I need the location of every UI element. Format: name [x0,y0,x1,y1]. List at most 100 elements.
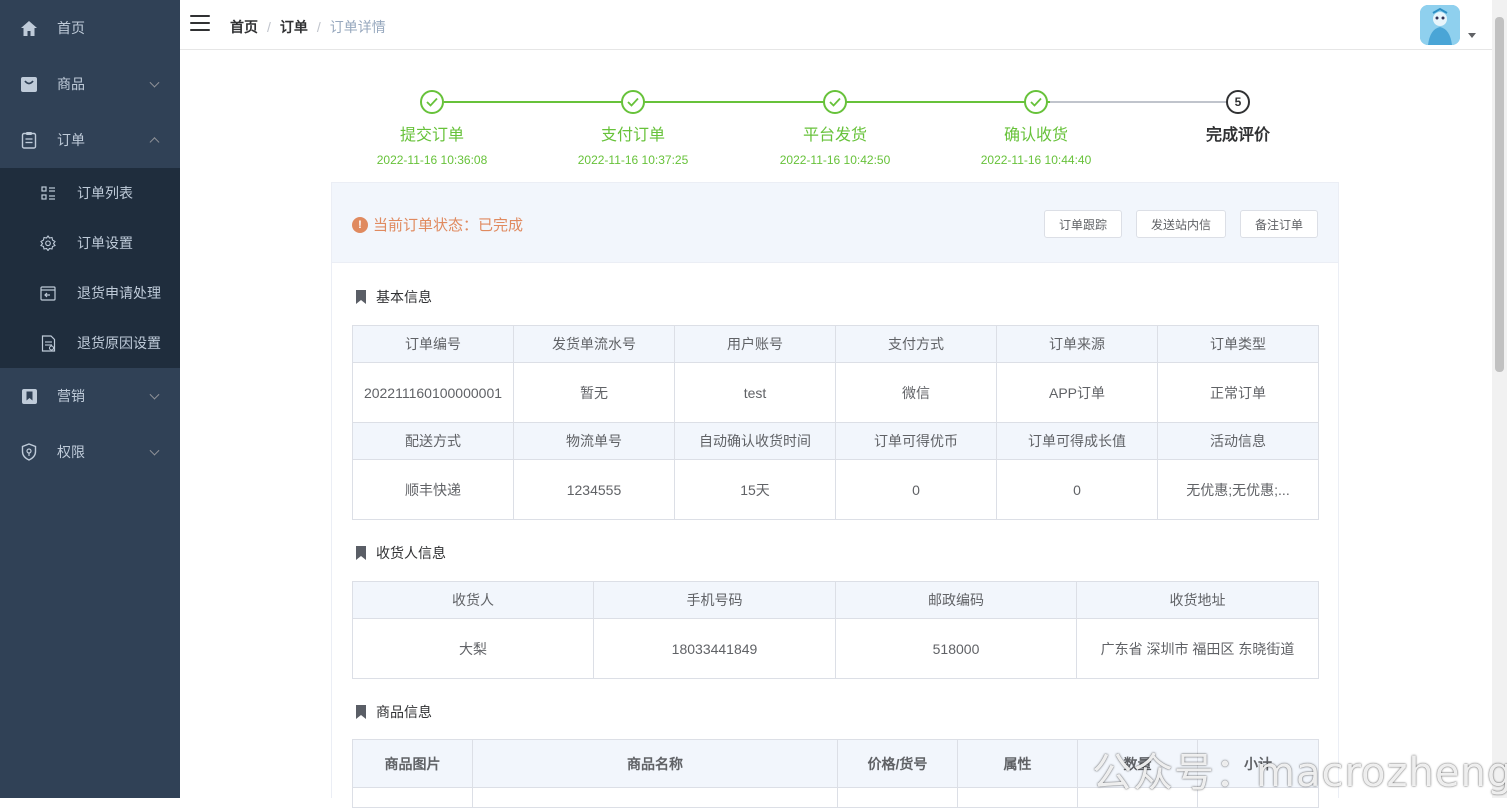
order-growth: 0 [996,459,1158,520]
step-title: 平台发货 [802,127,867,144]
breadcrumb-order[interactable]: 订单 [280,17,308,37]
order-detail-card: ! 当前订单状态： 已完成 订单跟踪 发送站内信 备注订单 基本信息 订单编号 发… [331,182,1339,808]
tracking-number: 1234555 [513,459,675,520]
status-value: 已完成 [478,217,524,234]
header-cell: 订单类型 [1157,325,1319,363]
home-icon [20,19,38,37]
breadcrumb: 首页 / 订单 / 订单详情 [230,17,386,37]
header-cell: 活动信息 [1157,422,1319,460]
breadcrumb-separator: / [267,19,271,35]
step-time: 2022-11-16 10:44:40 [980,153,1092,167]
order-submenu: 订单列表 订单设置 退货申请处理 退货原因设置 [0,168,180,368]
sidebar-item-label: 商品 [57,76,85,92]
send-message-button[interactable]: 发送站内信 [1135,210,1226,238]
chevron-up-icon [149,137,160,148]
header-cell: 价格/货号 [837,739,958,788]
watermark: 公众号：macrozheng [1092,750,1507,796]
breadcrumb-home[interactable]: 首页 [230,17,258,37]
status-label: 当前订单状态： [373,217,479,234]
track-order-button[interactable]: 订单跟踪 [1043,210,1122,238]
header-cell: 商品图片 [352,739,473,788]
sidebar-item-marketing[interactable]: 营销 [0,368,180,424]
sidebar-item-goods[interactable]: 商品 [0,56,180,112]
chevron-down-icon [149,445,160,456]
status-bar: ! 当前订单状态： 已完成 订单跟踪 发送站内信 备注订单 [332,183,1338,263]
step-deliver: 平台发货 2022-11-16 10:42:50 [734,88,936,167]
sidebar-item-label: 订单列表 [77,185,133,201]
header-cell: 支付方式 [835,325,997,363]
order-steps: 提交订单 2022-11-16 10:36:08 支付订单 2022-11-16… [331,88,1338,168]
order-source: APP订单 [996,362,1158,423]
scrollbar-thumb[interactable] [1495,17,1504,372]
sidebar-item-label: 首页 [57,20,85,36]
bookmark-icon [20,387,38,405]
scrollbar[interactable] [1492,0,1507,798]
action-buttons: 订单跟踪 发送站内信 备注订单 [1030,210,1318,238]
step-submit: 提交订单 2022-11-16 10:36:08 [331,88,533,167]
sidebar-item-label: 权限 [57,444,85,460]
hamburger-icon[interactable] [190,15,210,31]
step-time: 2022-11-16 10:42:50 [779,153,891,167]
header-cell: 属性 [957,739,1078,788]
header-cell: 邮政编码 [835,581,1077,619]
sidebar-item-label: 订单 [57,132,85,148]
header-cell: 配送方式 [352,422,514,460]
sidebar-item-return-apply[interactable]: 退货申请处理 [0,268,180,318]
sidebar-item-order-settings[interactable]: 订单设置 [0,218,180,268]
order-number: 202211160100000001 [352,362,514,423]
header-cell: 订单可得成长值 [996,422,1158,460]
sidebar-item-order[interactable]: 订单 [0,112,180,168]
bookmark-icon [356,290,366,304]
receiver-phone: 18033441849 [593,618,836,679]
step-line-complete [444,101,1050,103]
caret-down-icon[interactable] [1468,33,1476,38]
shield-icon [20,443,38,461]
header-cell: 商品名称 [472,739,838,788]
sidebar-item-order-list[interactable]: 订单列表 [0,168,180,218]
bookmark-icon [356,546,366,560]
sidebar-item-home[interactable]: 首页 [0,0,180,56]
step-title: 支付订单 [600,127,665,144]
breadcrumb-separator: / [316,19,321,35]
step-title: 完成评价 [1205,127,1270,144]
sidebar: 首页 商品 订单 订单列表 订单设置 退货申请处理 退货原因设置 营销 权限 [0,0,180,798]
shopping-bag-icon [20,75,38,93]
header-cell: 订单可得优币 [835,422,997,460]
sidebar-item-label: 订单设置 [77,235,133,251]
sidebar-item-label: 退货原因设置 [77,335,161,351]
chevron-down-icon [149,389,160,400]
sidebar-item-permission[interactable]: 权限 [0,424,180,480]
header-cell: 收货人 [352,581,594,619]
promotion-info: 无优惠;无优惠;... [1157,459,1319,520]
step-pay: 支付订单 2022-11-16 10:37:25 [532,88,734,167]
check-icon [823,90,847,114]
return-icon [40,285,56,301]
goods-info-title: 商品信息 [356,702,432,722]
receiver-name: 大梨 [352,618,594,679]
delivery-serial: 暂无 [513,362,675,423]
order-points: 0 [835,459,997,520]
basic-info-title: 基本信息 [356,287,432,307]
check-icon [621,90,645,114]
avatar[interactable] [1420,5,1460,45]
list-icon [40,185,56,201]
step-line-pending [1050,101,1240,103]
step-title: 确认收货 [1003,127,1068,144]
order-status: ! 当前订单状态： 已完成 [352,214,523,235]
sidebar-item-return-reason[interactable]: 退货原因设置 [0,318,180,368]
step-number: 5 [1226,90,1250,114]
step-time: 2022-11-16 10:36:08 [376,153,488,167]
auto-confirm-time: 15天 [674,459,836,520]
header-cell: 订单来源 [996,325,1158,363]
receiver-address: 广东省 深圳市 福田区 东晓街道 [1076,618,1319,679]
bookmark-icon [356,705,366,719]
header-cell: 收货地址 [1076,581,1319,619]
payment-method: 微信 [835,362,997,423]
remark-order-button[interactable]: 备注订单 [1239,210,1318,238]
header-cell: 物流单号 [513,422,675,460]
document-icon [40,334,56,352]
header-cell: 手机号码 [593,581,836,619]
chevron-down-icon [149,77,160,88]
basic-info-table: 订单编号 发货单流水号 用户账号 支付方式 订单来源 订单类型 20221116… [352,325,1319,520]
header-cell: 发货单流水号 [513,325,675,363]
